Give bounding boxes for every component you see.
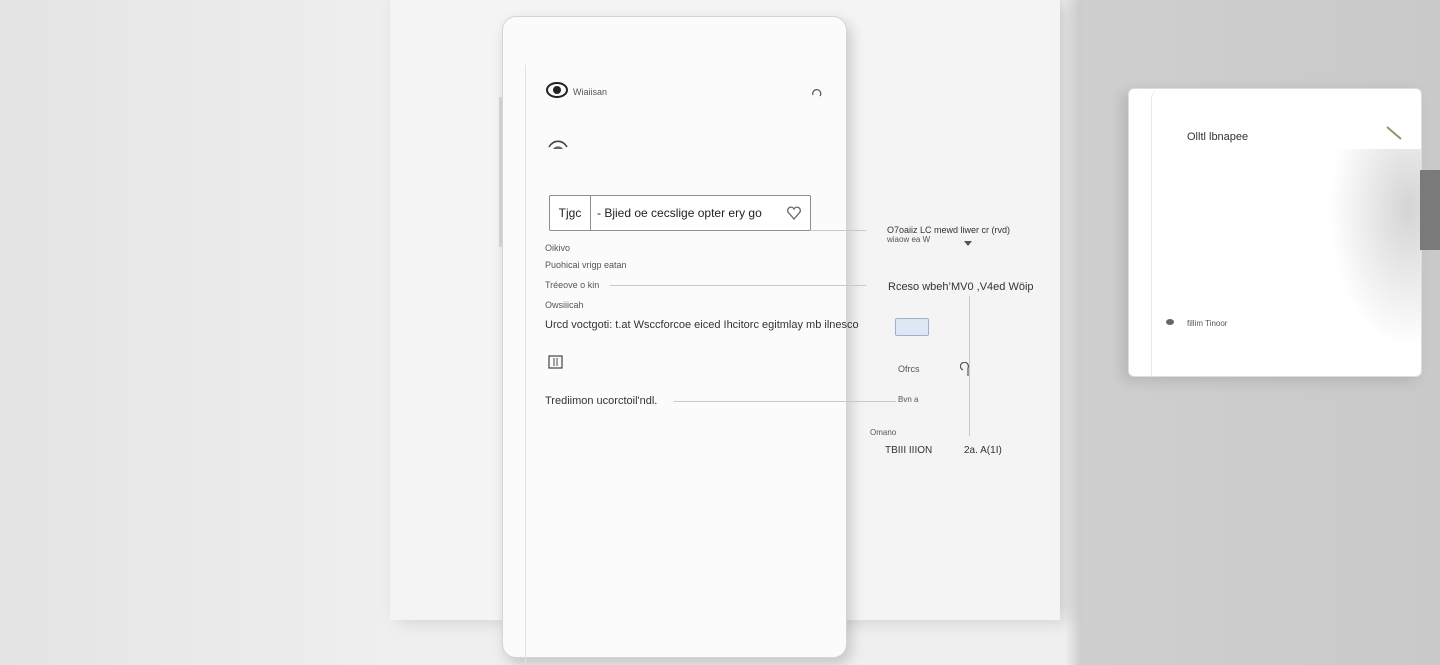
- section-label-1: Oikivo: [545, 243, 571, 253]
- chevron-down-icon[interactable]: [963, 240, 973, 248]
- callout-bottom-right: 2a. A(1I): [964, 445, 1002, 456]
- phone-frame: Wiaiisan Tjgc - Bjied oе cecslige opter …: [499, 16, 859, 665]
- eye-logo-icon: [546, 82, 568, 98]
- eye-small-icon: [1166, 319, 1174, 325]
- wifi-icon[interactable]: [547, 135, 569, 155]
- section-label-2: Owsiiicah: [545, 300, 584, 310]
- search-input[interactable]: - Bjied oе cecslige opter ery go: [591, 206, 786, 220]
- app-logo-text: Wiaiisan: [573, 87, 608, 97]
- description-text: Urcd voctgoti: t.at Wsccforcoe eiced Ihc…: [545, 319, 859, 331]
- leaf-icon: [1386, 126, 1402, 140]
- heart-icon[interactable]: [786, 205, 802, 221]
- card-title: Olltl lbnapee: [1187, 131, 1249, 143]
- connector-line-1: [810, 230, 866, 231]
- card-shadow: [1329, 149, 1421, 349]
- phone-screen-edge: [525, 65, 846, 665]
- callout-top-sub: wiaow ea W: [887, 235, 931, 244]
- search-tag[interactable]: Tjgc: [550, 196, 591, 230]
- search-bar[interactable]: Tjgc - Bjied oе cecslige opter ery go: [549, 195, 811, 231]
- hook-icon: [960, 362, 969, 376]
- clipboard-icon[interactable]: [547, 354, 565, 370]
- callout-bottom-left: TBIII IIION: [885, 445, 933, 456]
- callout-bottom-small: Omano: [870, 428, 897, 437]
- phone-side-button: [499, 97, 502, 247]
- list-row-2[interactable]: Tréeove o kin: [545, 280, 599, 290]
- toggle-switch[interactable]: [895, 318, 929, 336]
- card-clip: [1420, 170, 1440, 250]
- list-row-1[interactable]: Puohicai vrigp eatan: [545, 260, 627, 270]
- connector-line-3: [674, 401, 896, 402]
- toggle-caption: Ofrcs: [898, 364, 920, 374]
- card-footer: fillim Tinoor: [1187, 319, 1228, 328]
- preview-card[interactable]: Olltl lbnapee fillim Tinoor: [1128, 88, 1422, 377]
- refresh-icon[interactable]: [811, 87, 823, 99]
- callout-top: O7oaiiz LC mewd liwer cr (rvd): [887, 225, 1011, 235]
- toggle-sub: Bvn a: [898, 395, 919, 404]
- list-row-3[interactable]: Trediimon ucorctoil'ndl.: [545, 395, 657, 407]
- connector-line-2: [610, 285, 866, 286]
- callout-mid: Rceso wbeh’MV0 ,V4ed Wöip: [888, 281, 1034, 293]
